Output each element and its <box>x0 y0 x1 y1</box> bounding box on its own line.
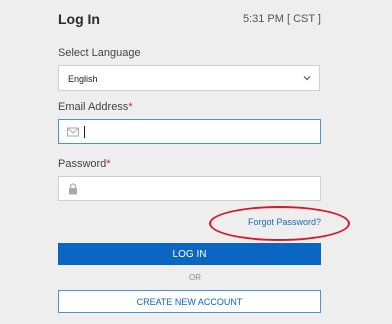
create-account-button[interactable]: CREATE NEW ACCOUNT <box>58 290 321 313</box>
required-marker: * <box>128 101 133 113</box>
language-selected-value: English <box>68 74 98 84</box>
chevron-down-icon <box>303 76 311 81</box>
current-time: 5:31 PM [ CST ] <box>242 13 321 25</box>
language-select[interactable]: English <box>58 65 320 91</box>
forgot-password-link[interactable]: Forgot Password? <box>248 217 321 227</box>
email-label-text: Email Address <box>58 101 129 113</box>
email-label: Email Address* <box>58 101 133 113</box>
or-separator-text: OR <box>189 273 201 282</box>
login-button[interactable]: LOG IN <box>58 243 321 265</box>
envelope-icon <box>67 127 79 137</box>
or-separator: OR <box>0 273 392 282</box>
password-label-text: Password <box>58 158 107 170</box>
lock-icon <box>69 183 77 195</box>
required-marker: * <box>106 158 111 170</box>
page-title: Log In <box>58 11 100 27</box>
password-label: Password* <box>58 158 111 170</box>
email-field[interactable] <box>58 119 321 144</box>
password-field[interactable] <box>58 176 321 201</box>
language-label: Select Language <box>58 47 141 59</box>
text-cursor <box>84 126 85 138</box>
